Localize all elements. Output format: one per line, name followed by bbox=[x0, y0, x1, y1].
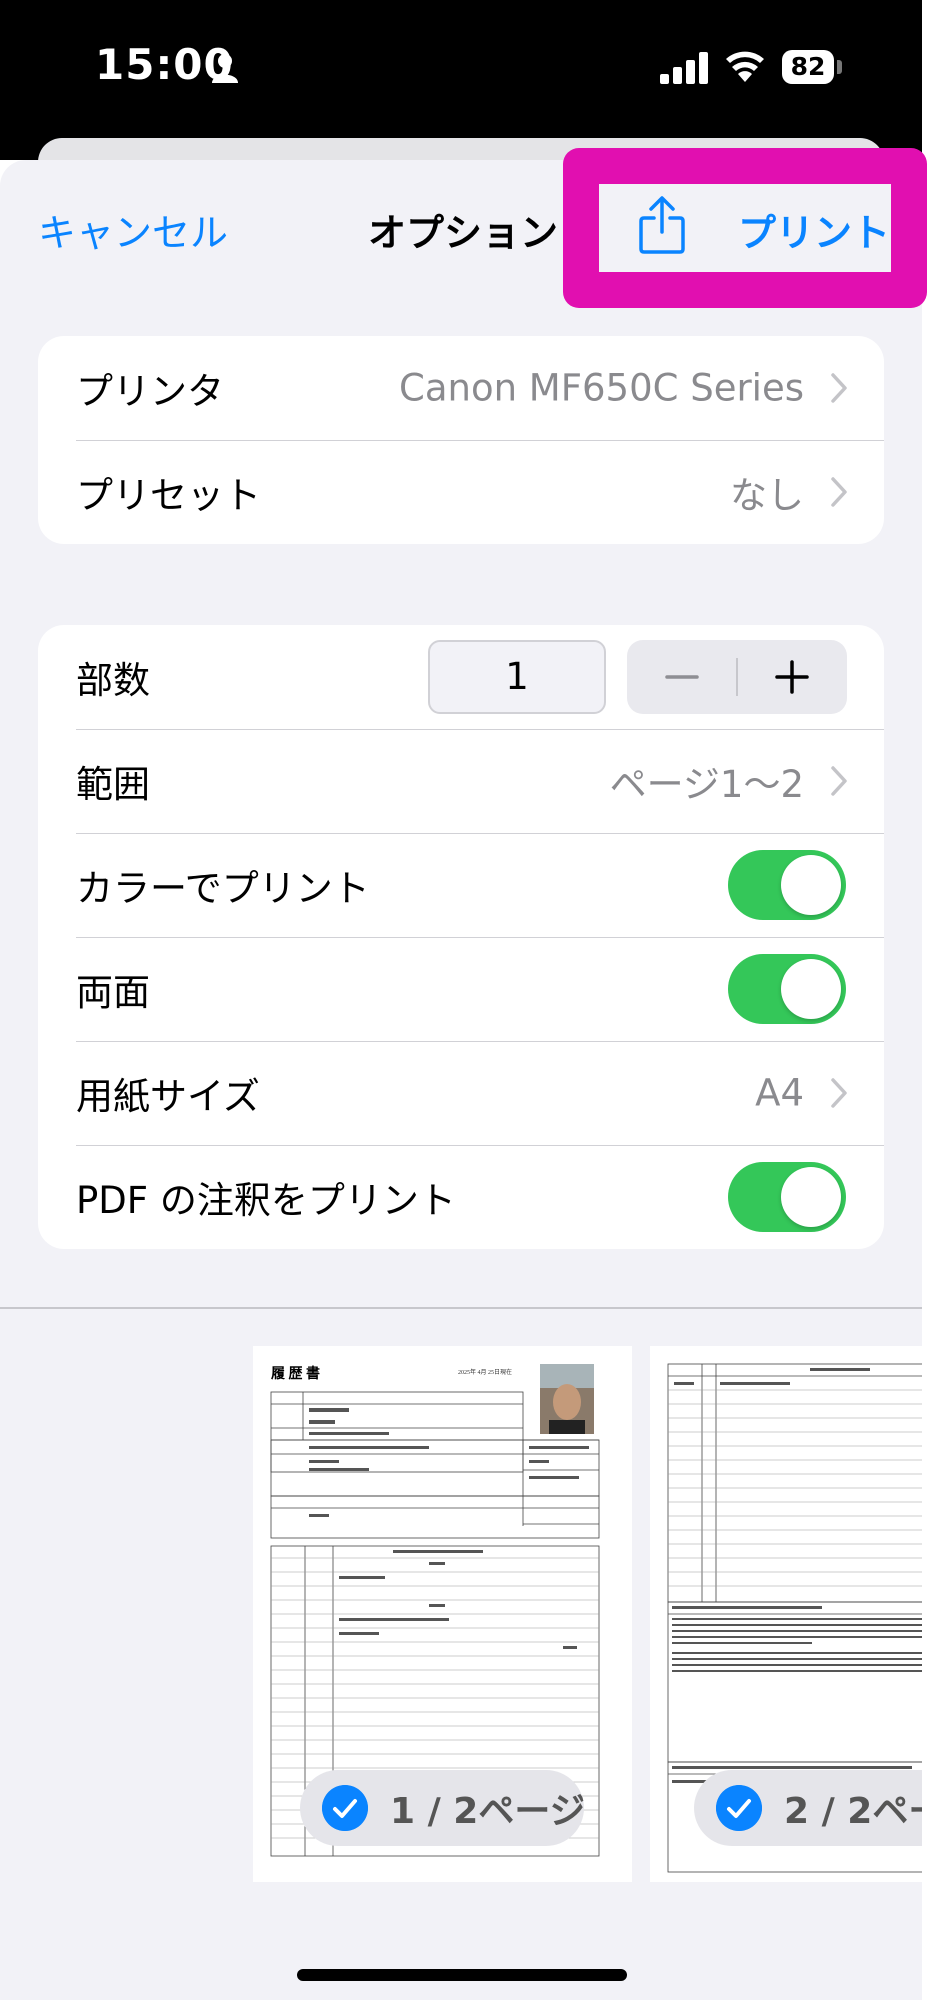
paper-size-row[interactable]: 用紙サイズ A4 bbox=[38, 1041, 884, 1145]
range-label: 範囲 bbox=[76, 763, 150, 806]
duplex-toggle[interactable] bbox=[728, 954, 846, 1024]
page-1-label: 1 / 2ページ bbox=[390, 1791, 584, 1832]
page-2-label: 2 / 2ペー bbox=[784, 1791, 922, 1832]
toggle-knob bbox=[781, 959, 841, 1019]
page-2-selected-badge[interactable]: 2 / 2ペー bbox=[694, 1770, 922, 1846]
pdf-annotations-row: PDF の注釈をプリント bbox=[38, 1145, 884, 1249]
doc-date: 2025年 4月 25日現在 bbox=[458, 1368, 512, 1376]
printer-value: Canon MF650C Series bbox=[398, 366, 804, 410]
copies-row: 部数 1 bbox=[38, 625, 884, 729]
printer-label: プリンタ bbox=[76, 370, 224, 413]
preset-row[interactable]: プリセット なし bbox=[38, 440, 884, 544]
chevron-right-icon bbox=[831, 477, 847, 507]
paper-size-label: 用紙サイズ bbox=[76, 1075, 260, 1118]
photo-shirt bbox=[549, 1420, 585, 1434]
doc-title: 履 歴 書 bbox=[271, 1365, 320, 1382]
copies-stepper bbox=[627, 640, 847, 714]
home-indicator[interactable] bbox=[297, 1969, 627, 1981]
pdf-annotations-toggle[interactable] bbox=[728, 1162, 846, 1232]
print-button[interactable]: プリント bbox=[738, 202, 890, 257]
battery-indicator: 82 bbox=[782, 50, 834, 84]
printer-settings-group: プリンタ Canon MF650C Series プリセット なし bbox=[38, 336, 884, 544]
print-options-group: 部数 1 範囲 ページ1〜2 カラーでプリント 両面 用紙サイズ A4 PDF … bbox=[38, 625, 884, 1249]
copies-label: 部数 bbox=[76, 659, 150, 702]
paper-size-value: A4 bbox=[755, 1071, 804, 1115]
chevron-right-icon bbox=[831, 1078, 847, 1108]
checkmark-circle-icon bbox=[716, 1785, 762, 1831]
minus-icon[interactable] bbox=[627, 640, 737, 714]
cancel-button[interactable]: キャンセル bbox=[38, 202, 228, 257]
toggle-knob bbox=[781, 1167, 841, 1227]
status-bar: 15:00 82 bbox=[0, 0, 922, 160]
chevron-right-icon bbox=[831, 373, 847, 403]
wifi-icon bbox=[726, 51, 764, 82]
chevron-right-icon bbox=[831, 766, 847, 796]
color-print-toggle[interactable] bbox=[728, 850, 846, 920]
cellular-signal-icon bbox=[660, 52, 708, 84]
page-1-selected-badge[interactable]: 1 / 2ページ bbox=[300, 1770, 584, 1846]
color-print-row: カラーでプリント bbox=[38, 833, 884, 937]
person-icon bbox=[212, 54, 238, 83]
preset-label: プリセット bbox=[76, 474, 261, 517]
photo-face bbox=[553, 1384, 581, 1420]
printer-row[interactable]: プリンタ Canon MF650C Series bbox=[38, 336, 884, 440]
battery-tip bbox=[837, 60, 842, 74]
share-icon[interactable] bbox=[638, 196, 686, 254]
range-value: ページ1〜2 bbox=[609, 763, 804, 806]
sheet-title: オプション bbox=[368, 211, 559, 255]
plus-icon[interactable] bbox=[737, 640, 847, 714]
pdf-annotations-label: PDF の注釈をプリント bbox=[76, 1179, 456, 1222]
preset-value: なし bbox=[730, 474, 804, 517]
duplex-row: 両面 bbox=[38, 937, 884, 1041]
checkmark-circle-icon bbox=[322, 1785, 368, 1831]
preview-divider bbox=[0, 1307, 922, 1309]
color-print-label: カラーでプリント bbox=[76, 867, 370, 910]
copies-field[interactable]: 1 bbox=[428, 640, 606, 714]
toggle-knob bbox=[781, 855, 841, 915]
range-row[interactable]: 範囲 ページ1〜2 bbox=[38, 729, 884, 833]
duplex-label: 両面 bbox=[76, 971, 150, 1014]
